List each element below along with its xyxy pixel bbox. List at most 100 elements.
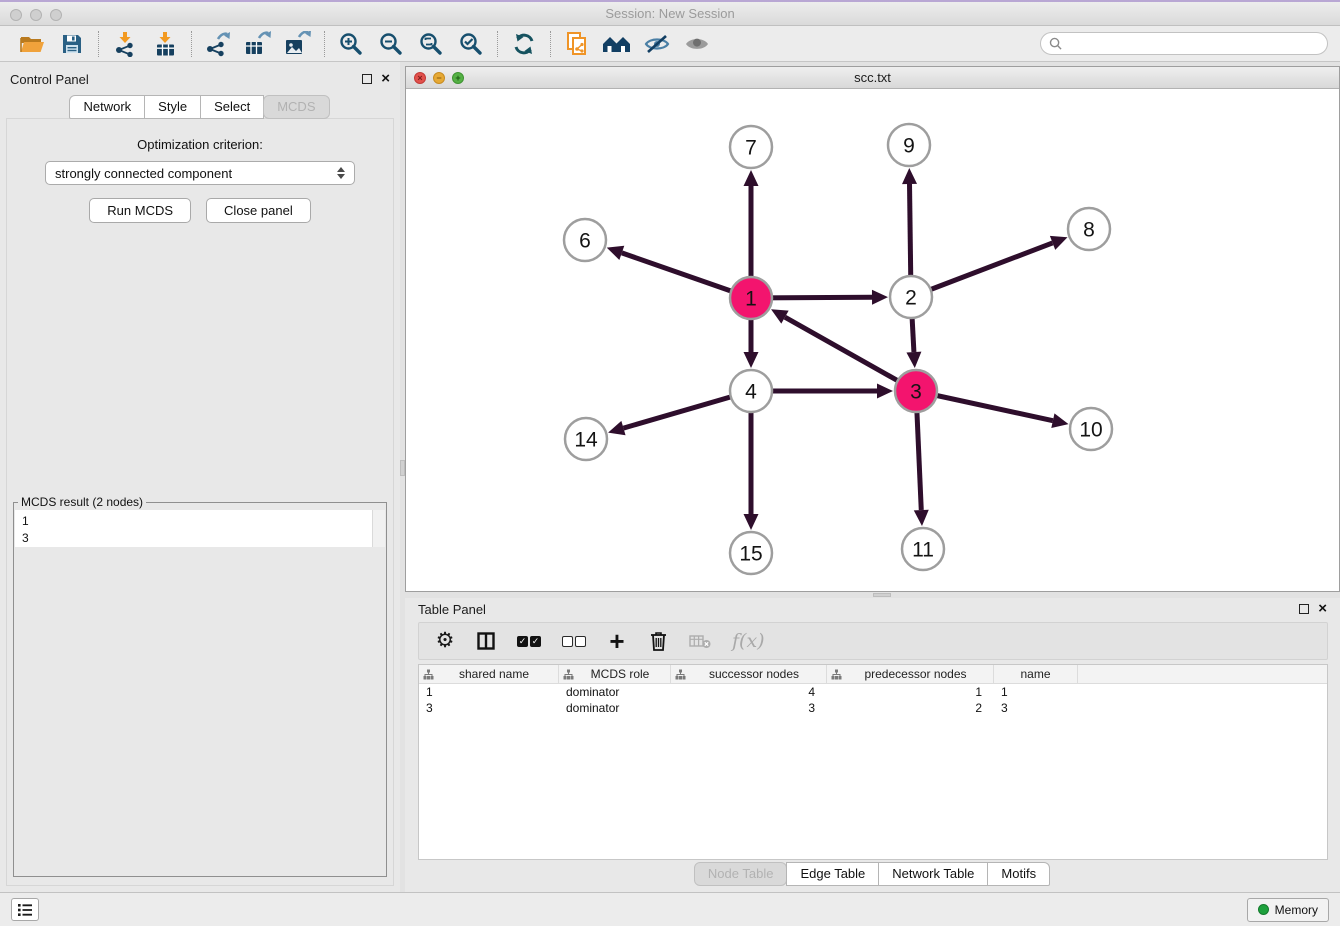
save-floppy-icon <box>61 33 83 55</box>
table-panel-tab-network-table[interactable]: Network Table <box>878 862 988 886</box>
first-neighbors-button[interactable] <box>597 29 637 59</box>
cell-mcds-role[interactable]: dominator <box>559 685 671 699</box>
table-settings-button[interactable]: ⚙ <box>435 627 455 655</box>
open-session-button[interactable] <box>12 29 52 59</box>
zoom-fit-button[interactable] <box>411 29 451 59</box>
main-toolbar <box>0 26 1340 62</box>
splitter-grip[interactable] <box>400 460 405 476</box>
cell-predecessor-nodes[interactable]: 1 <box>827 685 994 699</box>
add-row-button[interactable]: + <box>607 627 627 655</box>
splitter-grip[interactable] <box>873 593 891 597</box>
export-network-button[interactable] <box>198 29 238 59</box>
cell-shared-name[interactable]: 3 <box>419 701 559 715</box>
column-header-predecessor-nodes[interactable]: predecessor nodes <box>827 665 994 683</box>
column-header-name[interactable]: name <box>994 665 1078 683</box>
deselect-all-button[interactable] <box>562 627 586 655</box>
close-window-button[interactable] <box>10 9 22 21</box>
minimize-window-button[interactable] <box>30 9 42 21</box>
select-all-button[interactable]: ✓✓ <box>517 627 541 655</box>
list-icon <box>17 903 33 917</box>
delete-column-button[interactable] <box>689 627 711 655</box>
unchecked-box-icon <box>575 636 586 647</box>
network-close-button[interactable]: × <box>414 72 426 84</box>
split-view-button[interactable] <box>476 627 496 655</box>
horizontal-splitter[interactable] <box>405 592 1340 598</box>
network-canvas[interactable]: 7 9 6 8 1 2 4 3 14 10 15 11 <box>406 89 1339 591</box>
node-label: 15 <box>739 543 762 566</box>
graph-node-2[interactable]: 2 <box>890 276 932 318</box>
function-builder-button[interactable]: f(x) <box>732 627 765 655</box>
table-panel-tab-motifs[interactable]: Motifs <box>987 862 1050 886</box>
eye-icon <box>683 34 711 54</box>
cell-name[interactable]: 3 <box>994 701 1078 715</box>
graph-node-3[interactable]: 3 <box>895 370 937 412</box>
network-zoom-button[interactable]: + <box>452 72 464 84</box>
unchecked-box-icon <box>562 636 573 647</box>
edge-3-1[interactable] <box>785 317 916 391</box>
table-panel-tab-node-table[interactable]: Node Table <box>694 862 788 886</box>
refresh-button[interactable] <box>504 29 544 59</box>
table-panel-tab-edge-table[interactable]: Edge Table <box>786 862 879 886</box>
float-panel-icon[interactable] <box>362 74 372 84</box>
column-header-successor-nodes[interactable]: successor nodes <box>671 665 827 683</box>
graph-node-10[interactable]: 10 <box>1070 408 1112 450</box>
graph-node-1[interactable]: 1 <box>730 277 772 319</box>
cell-name[interactable]: 1 <box>994 685 1078 699</box>
clone-network-button[interactable] <box>557 29 597 59</box>
column-header-shared-name[interactable]: shared name <box>419 665 559 683</box>
network-window-titlebar: × − + scc.txt <box>406 67 1339 89</box>
export-table-button[interactable] <box>238 29 278 59</box>
zoom-out-icon <box>379 32 403 56</box>
search-box[interactable] <box>1040 32 1328 55</box>
import-network-button[interactable] <box>105 29 145 59</box>
cell-successor-nodes[interactable]: 4 <box>671 685 827 699</box>
split-columns-icon <box>477 632 495 650</box>
node-label: 14 <box>574 429 598 452</box>
graph-node-4[interactable]: 4 <box>730 370 772 412</box>
column-header-mcds-role[interactable]: MCDS role <box>559 665 671 683</box>
delete-rows-button[interactable] <box>648 627 668 655</box>
zoom-selected-button[interactable] <box>451 29 491 59</box>
control-panel-tab-mcds[interactable]: MCDS <box>263 95 329 119</box>
cell-predecessor-nodes[interactable]: 2 <box>827 701 994 715</box>
table-row[interactable]: 1dominator411 <box>419 684 1327 700</box>
control-panel-tab-select[interactable]: Select <box>200 95 264 119</box>
graph-node-7[interactable]: 7 <box>730 126 772 168</box>
control-panel-tab-style[interactable]: Style <box>144 95 201 119</box>
zoom-in-button[interactable] <box>331 29 371 59</box>
memory-button[interactable]: Memory <box>1247 898 1329 922</box>
zoom-window-button[interactable] <box>50 9 62 21</box>
import-table-button[interactable] <box>145 29 185 59</box>
result-scrollbar[interactable] <box>372 510 385 547</box>
control-panel-tab-network[interactable]: Network <box>69 95 145 119</box>
run-mcds-button[interactable]: Run MCDS <box>89 198 191 223</box>
close-panel-button[interactable]: Close panel <box>206 198 311 223</box>
network-minimize-button[interactable]: − <box>433 72 445 84</box>
zoom-out-button[interactable] <box>371 29 411 59</box>
float-panel-icon[interactable] <box>1299 604 1309 614</box>
close-panel-icon[interactable]: × <box>1318 604 1327 614</box>
edge-2-8[interactable] <box>911 243 1053 297</box>
graph-node-11[interactable]: 11 <box>902 528 944 570</box>
close-panel-icon[interactable]: × <box>381 74 390 84</box>
cell-successor-nodes[interactable]: 3 <box>671 701 827 715</box>
task-history-button[interactable] <box>11 898 39 921</box>
graph-node-14[interactable]: 14 <box>565 418 607 460</box>
vertical-splitter[interactable] <box>400 62 405 892</box>
save-session-button[interactable] <box>52 29 92 59</box>
show-all-button[interactable] <box>677 29 717 59</box>
edge-arrowhead <box>744 352 759 368</box>
export-image-button[interactable] <box>278 29 318 59</box>
network-graph[interactable]: 7 9 6 8 1 2 4 3 14 10 15 11 <box>406 89 1339 591</box>
cell-mcds-role[interactable]: dominator <box>559 701 671 715</box>
graph-node-9[interactable]: 9 <box>888 124 930 166</box>
cell-shared-name[interactable]: 1 <box>419 685 559 699</box>
hide-selected-button[interactable] <box>637 29 677 59</box>
table-row[interactable]: 3dominator323 <box>419 700 1327 716</box>
graph-node-15[interactable]: 15 <box>730 532 772 574</box>
graph-node-6[interactable]: 6 <box>564 219 606 261</box>
search-input[interactable] <box>1067 37 1319 51</box>
optimization-criterion-dropdown[interactable]: strongly connected component <box>45 161 355 185</box>
hierarchy-icon <box>423 669 434 680</box>
graph-node-8[interactable]: 8 <box>1068 208 1110 250</box>
